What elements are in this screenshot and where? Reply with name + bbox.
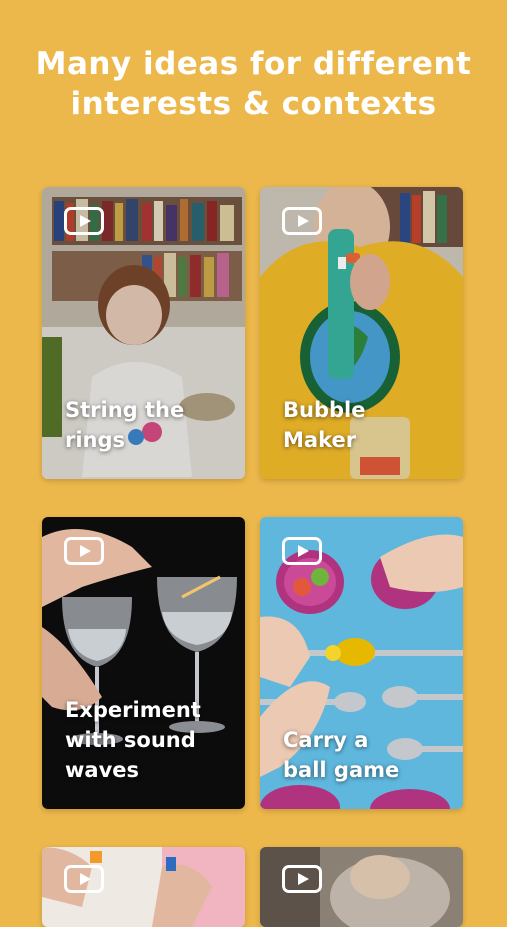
card-title: Carry a ball game [283,728,400,782]
headline: Many ideas for different interests & con… [35,46,472,122]
play-video-icon [282,537,322,565]
card-title: String the rings [65,398,185,452]
play-video-icon [282,865,322,893]
video-card-6[interactable] [260,847,463,927]
play-video-icon [64,207,104,235]
video-card-5[interactable] [42,847,245,927]
video-card-bubble-maker[interactable]: Bubble Maker [260,187,463,479]
video-card-carry-a-ball-game[interactable]: Carry a ball game [260,517,463,809]
play-video-icon [64,537,104,565]
play-video-icon [64,865,104,893]
video-card-string-the-rings[interactable]: String the rings [42,187,245,479]
card-title: Experiment with sound waves [65,698,201,782]
play-video-icon [282,207,322,235]
card-title: Bubble Maker [283,398,366,452]
video-card-experiment-with-sound-waves[interactable]: Experiment with sound waves [42,517,245,809]
